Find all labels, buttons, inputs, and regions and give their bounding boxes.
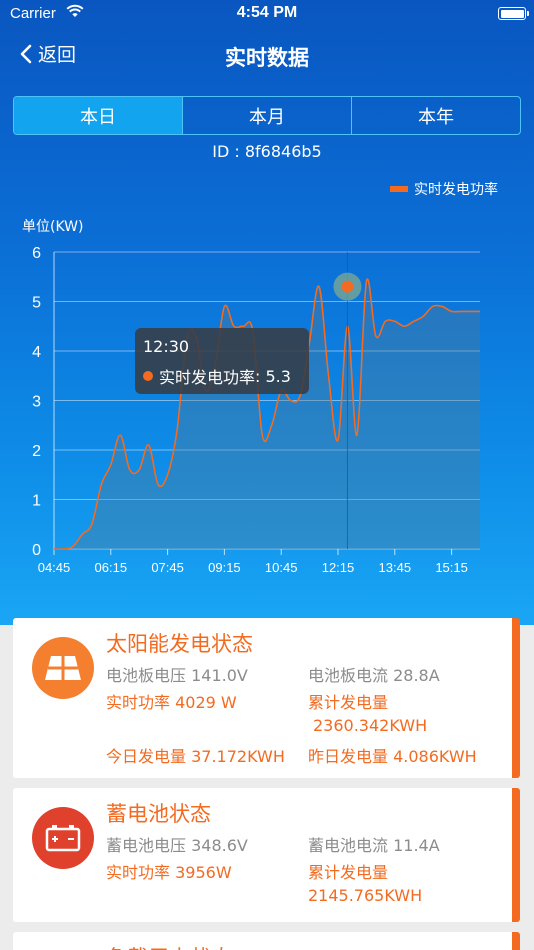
panel-current: 电池板电流 28.8A — [308, 662, 440, 686]
solar-power-label: 实时功率 — [106, 693, 171, 712]
battery-current-value: 11.4A — [393, 836, 440, 855]
x-tick-label: 10:45 — [265, 560, 298, 575]
x-tick-label: 04:45 — [38, 560, 71, 575]
solar-status-card[interactable]: 太阳能发电状态 电池板电压 141.0V 电池板电流 28.8A 实时功率 40… — [13, 618, 520, 778]
tooltip-value: 5.3 — [265, 366, 291, 386]
battery-power-label: 实时功率 — [106, 863, 171, 882]
y-tick-label: 6 — [32, 245, 41, 262]
x-tick-label: 15:15 — [435, 560, 468, 575]
panel-voltage-label: 电池板电压 — [106, 666, 187, 685]
load-status-card[interactable]: 负载用电状态 — [13, 932, 520, 950]
battery-power: 实时功率 3956W — [106, 859, 232, 883]
battery-current: 蓄电池电流 11.4A — [308, 832, 440, 856]
panel-current-label: 电池板电流 — [308, 666, 389, 685]
yesterday-value: 4.086KWH — [393, 747, 477, 766]
y-tick-label: 1 — [32, 493, 41, 510]
x-tick-label: 09:15 — [208, 560, 241, 575]
highlight-point[interactable] — [341, 280, 354, 293]
x-tick-label: 06:15 — [95, 560, 128, 575]
tooltip-row: 实时发电功率 : 5.3 — [143, 364, 291, 388]
battery-total-label: 累计发电量 — [308, 863, 389, 882]
tooltip-series: 实时发电功率 — [159, 368, 256, 387]
panel-voltage-value: 141.0V — [191, 666, 248, 685]
battery-voltage-value: 348.6V — [191, 836, 248, 855]
battery-power-value: 3956W — [175, 863, 232, 882]
tooltip-colon: : — [255, 366, 266, 386]
today-value: 37.172KWH — [191, 747, 285, 766]
yesterday-generation: 昨日发电量 4.086KWH — [308, 743, 477, 767]
chart-tooltip: 12:30 实时发电功率 : 5.3 — [135, 328, 309, 394]
tooltip-dot — [143, 371, 153, 381]
solar-power-value: 4029 W — [175, 693, 237, 712]
power-chart[interactable]: 0 1 2 3 4 5 6 04:45 06:15 07:45 09:15 10:45 12:15 13… — [0, 0, 534, 600]
solar-card-title: 太阳能发电状态 — [106, 632, 253, 656]
y-tick-label: 5 — [32, 295, 41, 312]
battery-status-card[interactable]: 蓄电池状态 蓄电池电压 348.6V 蓄电池电流 11.4A 实时功率 3956… — [13, 788, 520, 922]
battery-voltage: 蓄电池电压 348.6V — [106, 832, 248, 856]
yesterday-label: 昨日发电量 — [308, 747, 389, 766]
y-tick-label: 4 — [32, 344, 41, 361]
solar-total-value: 2360.342KWH — [313, 716, 428, 735]
battery-total-value: 2145.765KWH — [308, 886, 423, 905]
today-generation: 今日发电量 37.172KWH — [106, 743, 285, 767]
solar-panel-icon — [32, 637, 94, 699]
tooltip-time: 12:30 — [143, 337, 190, 356]
panel-voltage: 电池板电压 141.0V — [106, 662, 248, 686]
load-card-title: 负载用电状态 — [106, 942, 232, 950]
solar-total-label: 累计发电量 — [308, 693, 389, 712]
battery-icon — [32, 807, 94, 869]
y-tick-label: 3 — [32, 394, 41, 411]
x-tick-label: 13:45 — [379, 560, 412, 575]
x-tick-label: 07:45 — [151, 560, 184, 575]
y-tick-label: 2 — [32, 443, 41, 460]
x-tick-label: 12:15 — [322, 560, 355, 575]
battery-card-title: 蓄电池状态 — [106, 802, 211, 826]
battery-current-label: 蓄电池电流 — [308, 836, 389, 855]
solar-power: 实时功率 4029 W — [106, 689, 237, 713]
y-tick-label: 0 — [32, 542, 41, 559]
battery-voltage-label: 蓄电池电压 — [106, 836, 187, 855]
panel-current-value: 28.8A — [393, 666, 440, 685]
today-label: 今日发电量 — [106, 747, 187, 766]
